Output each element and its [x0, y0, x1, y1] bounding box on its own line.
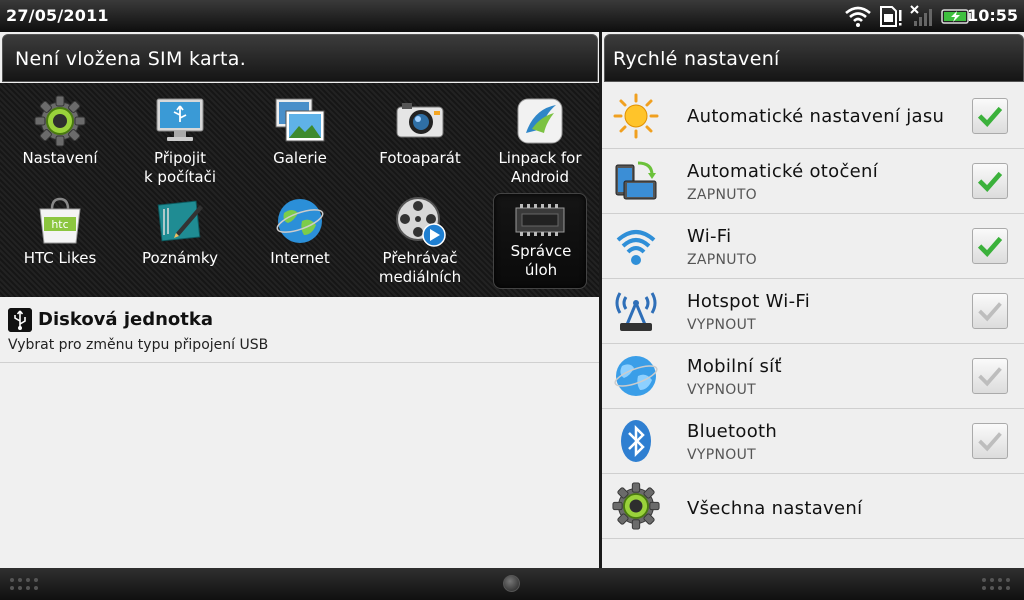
quick-settings-title: Rychlé nastavení	[613, 48, 780, 70]
setting-label: Automatické nastavení jasu	[687, 106, 945, 127]
linpack-icon	[517, 98, 563, 144]
sun-icon	[613, 93, 659, 139]
rotate-icon	[615, 161, 657, 200]
sim-missing-icon	[880, 6, 902, 27]
usb-notification[interactable]: Disková jednotka Vybrat pro změnu typu p…	[0, 297, 600, 363]
setting-label: Bluetooth	[687, 421, 778, 442]
app-label: Správce úloh	[510, 242, 572, 279]
app-htc-likes[interactable]: htc HTC Likes	[0, 189, 120, 289]
setting-status: ZAPNUTO	[687, 187, 758, 203]
globe-icon	[614, 356, 658, 396]
checkbox[interactable]	[972, 423, 1008, 459]
checkbox[interactable]	[972, 358, 1008, 394]
app-poznamky[interactable]: Poznámky	[120, 189, 240, 289]
signal-none-icon	[910, 5, 932, 26]
setting-all-settings[interactable]: Všechna nastavení	[602, 474, 1024, 539]
app-fotoaparat[interactable]: Fotoaparát	[360, 89, 480, 189]
gear-icon	[612, 482, 660, 530]
wifi-icon	[616, 230, 656, 265]
app-label: Nastavení	[22, 149, 98, 167]
app-label: Poznámky	[142, 249, 218, 267]
grip-right-icon	[982, 578, 1010, 590]
check-icon	[978, 367, 1002, 387]
app-prehravac[interactable]: Přehrávač mediálních	[360, 189, 480, 289]
htc-likes-icon: htc	[39, 197, 81, 244]
monitor-usb-icon	[156, 98, 204, 141]
check-icon	[978, 302, 1002, 322]
app-label: Linpack for Android	[498, 149, 582, 186]
bottom-bar[interactable]	[0, 568, 1024, 600]
app-label: Galerie	[273, 149, 327, 167]
setting-label: Wi-Fi	[687, 226, 732, 247]
setting-auto-rotate[interactable]: Automatické otočení ZAPNUTO	[602, 149, 1024, 214]
quick-settings-panel: Rychlé nastavení Automatické nastavení j…	[602, 32, 1024, 568]
check-icon	[977, 106, 1003, 128]
app-label: Přehrávač mediálních	[378, 249, 462, 286]
setting-label: Hotspot Wi-Fi	[687, 291, 811, 312]
app-linpack[interactable]: Linpack for Android	[480, 89, 600, 189]
gear-icon	[34, 95, 86, 147]
bluetooth-icon	[621, 420, 651, 462]
checkbox[interactable]	[972, 98, 1008, 134]
panel-close-handle[interactable]	[503, 575, 520, 592]
wifi-icon	[845, 6, 871, 27]
sim-status-header: Není vložena SIM karta.	[2, 34, 598, 82]
setting-bluetooth[interactable]: Bluetooth VYPNOUT	[602, 409, 1024, 474]
task-manager-icon	[515, 204, 565, 236]
app-label: HTC Likes	[23, 249, 97, 267]
setting-status: ZAPNUTO	[687, 252, 758, 268]
app-label: Fotoaparát	[379, 149, 461, 167]
usb-icon	[8, 308, 32, 332]
check-icon	[978, 432, 1002, 452]
status-date: 27/05/2011	[6, 6, 109, 25]
status-bar[interactable]: 27/05/2011 10:55	[0, 0, 1024, 32]
checkbox[interactable]	[972, 163, 1008, 199]
app-galerie[interactable]: Galerie	[240, 89, 360, 189]
setting-label: Automatické otočení	[687, 161, 879, 182]
sim-status-text: Není vložena SIM karta.	[15, 48, 247, 70]
setting-status: VYPNOUT	[687, 382, 756, 398]
app-internet[interactable]: Internet	[240, 189, 360, 289]
gallery-icon	[275, 98, 325, 142]
setting-label: Mobilní síť	[687, 356, 782, 377]
recent-apps-grid: Nastavení Připojit k počítači Galerie Fo…	[0, 83, 600, 297]
notification-title: Disková jednotka	[38, 309, 213, 330]
globe-icon	[276, 199, 324, 243]
quick-settings-header: Rychlé nastavení	[604, 34, 1024, 82]
notification-subtitle: Vybrat pro změnu typu připojení USB	[8, 337, 269, 353]
notifications-panel: Není vložena SIM karta. Nastavení Připoj…	[0, 32, 600, 568]
setting-label: Všechna nastavení	[687, 498, 863, 519]
app-pripojit-k-pocitaci[interactable]: Připojit k počítači	[120, 89, 240, 189]
setting-hotspot[interactable]: Hotspot Wi-Fi VYPNOUT	[602, 279, 1024, 344]
setting-status: VYPNOUT	[687, 447, 756, 463]
notes-icon	[157, 200, 203, 242]
camera-icon	[396, 103, 444, 138]
grip-left-icon	[10, 578, 38, 590]
app-nastaveni[interactable]: Nastavení	[0, 89, 120, 189]
app-label: Internet	[270, 249, 330, 267]
hotspot-icon	[615, 292, 657, 331]
app-spravce-uloh[interactable]: Správce úloh	[493, 193, 587, 289]
setting-mobile-network[interactable]: Mobilní síť VYPNOUT	[602, 344, 1024, 409]
check-icon	[977, 236, 1003, 258]
app-label: Připojit k počítači	[143, 149, 217, 186]
svg-text:htc: htc	[51, 218, 68, 231]
status-time: 10:55	[967, 6, 1018, 25]
setting-status: VYPNOUT	[687, 317, 756, 333]
setting-wifi[interactable]: Wi-Fi ZAPNUTO	[602, 214, 1024, 279]
setting-auto-brightness[interactable]: Automatické nastavení jasu	[602, 84, 1024, 149]
check-icon	[977, 171, 1003, 193]
media-player-icon	[396, 197, 446, 247]
checkbox[interactable]	[972, 228, 1008, 264]
checkbox[interactable]	[972, 293, 1008, 329]
